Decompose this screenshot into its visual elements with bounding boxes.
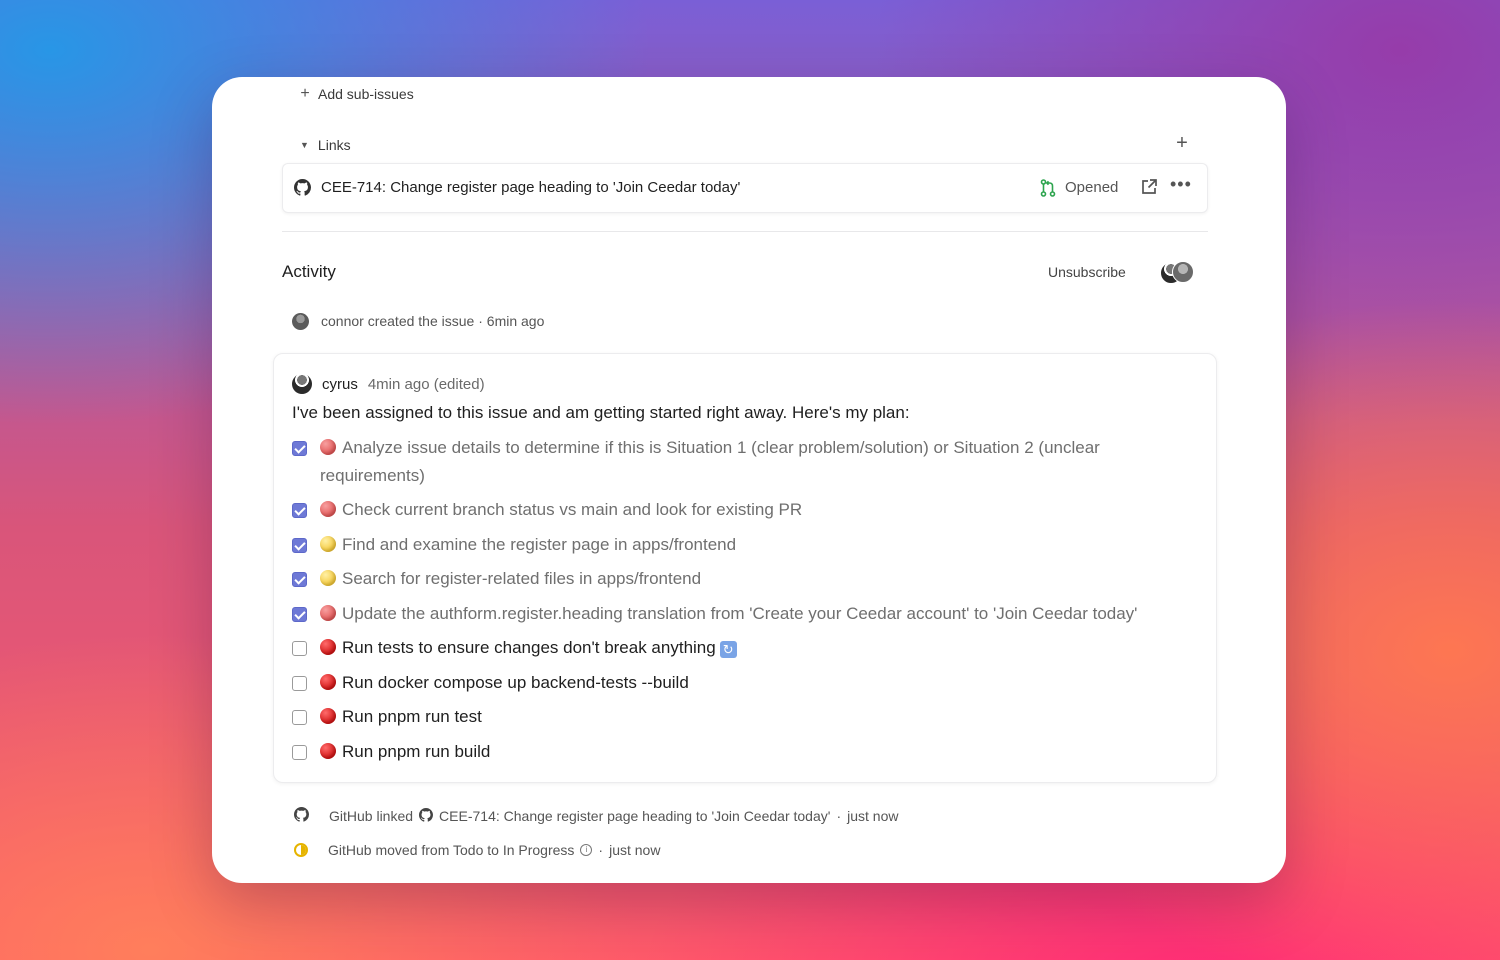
github-icon (419, 807, 434, 825)
comment-header: cyrus 4min ago (edited) (292, 373, 485, 395)
task-checkbox-checked[interactable] (292, 538, 307, 553)
comment-intro: I've been assigned to this issue and am … (292, 403, 910, 422)
task-label: Find and examine the register page in ap… (342, 535, 737, 554)
task-checkbox-unchecked[interactable] (292, 745, 307, 760)
add-link-button[interactable]: + (1172, 133, 1192, 153)
plus-icon: + (1176, 132, 1188, 154)
github-icon (294, 179, 311, 201)
task-checkbox-checked[interactable] (292, 503, 307, 518)
add-sub-issues-button[interactable]: + Add sub-issues (300, 84, 414, 104)
issue-panel: + Add sub-issues ▼ Links + CEE-714: Chan… (212, 77, 1286, 883)
link-status: Opened (1065, 179, 1119, 196)
task-label: Run pnpm run build (342, 742, 491, 761)
github-icon (294, 807, 309, 825)
separator: · (478, 313, 483, 329)
link-title: CEE-714: Change register page heading to… (321, 179, 741, 196)
in-progress-icon (294, 843, 308, 857)
task-item: Run docker compose up backend-tests --bu… (292, 669, 1192, 697)
task-text: Update the authform.register.heading tra… (320, 600, 1200, 628)
comment-card: cyrus 4min ago (edited) I've been assign… (273, 353, 1217, 783)
task-text: Run tests to ensure changes don't break … (320, 634, 1200, 662)
red-circle-icon (320, 605, 336, 621)
red-circle-icon (320, 708, 336, 724)
task-text: Run pnpm run test (320, 703, 1200, 731)
moved-event-text: GitHub moved from Todo to In Progress (328, 842, 575, 858)
pull-request-icon (1040, 179, 1056, 202)
task-item: Analyze issue details to determine if th… (292, 434, 1192, 490)
task-item: Check current branch status vs main and … (292, 496, 1192, 524)
task-label: Search for register-related files in app… (342, 569, 702, 588)
red-circle-icon (320, 743, 336, 759)
more-options-icon[interactable]: ••• (1170, 174, 1192, 195)
task-label: Check current branch status vs main and … (342, 500, 803, 519)
task-item: Run tests to ensure changes don't break … (292, 634, 1192, 662)
red-circle-icon (320, 501, 336, 517)
task-label: Analyze issue details to determine if th… (320, 438, 1100, 485)
yellow-circle-icon (320, 536, 336, 552)
task-text: Find and examine the register page in ap… (320, 531, 1200, 559)
task-text: Analyze issue details to determine if th… (320, 434, 1200, 490)
task-checkbox-unchecked[interactable] (292, 676, 307, 691)
plus-icon: + (300, 85, 310, 102)
avatar (292, 312, 309, 330)
info-icon[interactable]: i (580, 844, 593, 856)
created-event-text: connor created the issue (321, 313, 475, 329)
created-event: connor created the issue · 6min ago (292, 311, 544, 331)
task-item: Find and examine the register page in ap… (292, 531, 1192, 559)
linked-event-time: just now (847, 808, 899, 824)
task-item: Search for register-related files in app… (292, 565, 1192, 593)
task-text: Run pnpm run build (320, 738, 1200, 766)
add-sub-issues-label: Add sub-issues (318, 86, 414, 102)
red-circle-icon (320, 674, 336, 690)
yellow-circle-icon (320, 570, 336, 586)
separator: · (836, 808, 842, 824)
divider (282, 231, 1208, 232)
separator: · (598, 842, 604, 858)
task-item: Run pnpm run test (292, 703, 1192, 731)
linked-event-actor: GitHub linked (329, 808, 414, 824)
task-checkbox-unchecked[interactable] (292, 641, 307, 656)
unsubscribe-button[interactable]: Unsubscribe (1048, 264, 1126, 280)
links-section-label: Links (317, 137, 351, 153)
task-checkbox-checked[interactable] (292, 607, 307, 622)
external-link-icon[interactable] (1140, 178, 1158, 201)
task-text: Search for register-related files in app… (320, 565, 1200, 593)
refresh-icon: ↻ (719, 641, 737, 658)
task-checkbox-checked[interactable] (292, 572, 307, 587)
task-checkbox-checked[interactable] (292, 441, 307, 456)
task-label: Update the authform.register.heading tra… (342, 604, 1138, 623)
red-circle-icon (320, 439, 336, 455)
comment-author[interactable]: cyrus (322, 376, 358, 393)
linked-event-target[interactable]: CEE-714: Change register page heading to… (439, 808, 830, 824)
task-item: Run pnpm run build (292, 738, 1192, 766)
task-text: Run docker compose up backend-tests --bu… (320, 669, 1200, 697)
triangle-down-icon: ▼ (300, 140, 309, 150)
linked-event: GitHub linked CEE-714: Change register p… (294, 806, 898, 826)
avatar (292, 374, 312, 394)
task-label: Run pnpm run test (342, 707, 482, 726)
avatar (1172, 261, 1194, 283)
subscriber-avatars[interactable] (1160, 261, 1194, 284)
moved-event-time: just now (609, 842, 661, 858)
red-circle-icon (320, 639, 336, 655)
task-item: Update the authform.register.heading tra… (292, 600, 1192, 628)
activity-title: Activity (282, 262, 336, 281)
link-card[interactable]: CEE-714: Change register page heading to… (282, 163, 1208, 213)
links-section-toggle[interactable]: ▼ Links (300, 135, 351, 155)
task-text: Check current branch status vs main and … (320, 496, 1200, 524)
task-checkbox-unchecked[interactable] (292, 710, 307, 725)
comment-time: 4min ago (edited) (367, 375, 485, 393)
created-event-time: 6min ago (486, 313, 545, 329)
task-label: Run tests to ensure changes don't break … (342, 638, 716, 657)
task-label: Run docker compose up backend-tests --bu… (342, 673, 689, 692)
moved-event: GitHub moved from Todo to In Progress i … (294, 840, 660, 860)
